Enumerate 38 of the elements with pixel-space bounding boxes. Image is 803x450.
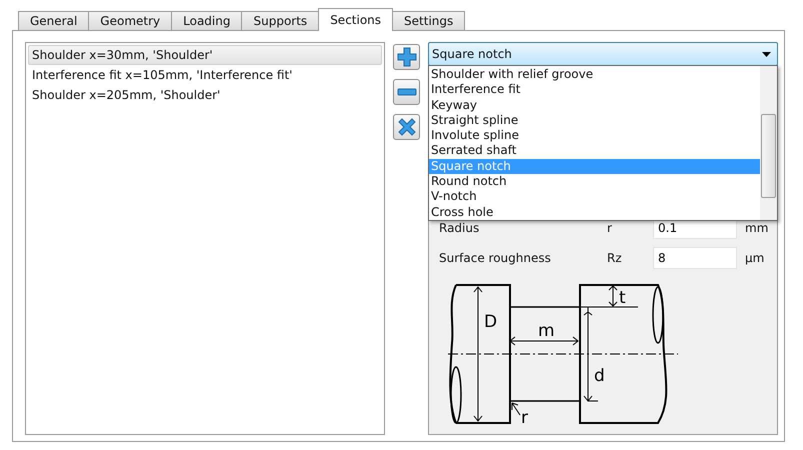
parameter-field[interactable]: 8 [653, 247, 737, 269]
diameter-label: d [594, 366, 605, 386]
section-type-dropdown[interactable]: Square notch [428, 42, 778, 66]
remove-button[interactable] [393, 79, 420, 105]
parameter-label: Surface roughness [439, 251, 552, 265]
add-button[interactable] [393, 44, 420, 70]
parameter-symbol: r [607, 221, 613, 235]
parameter-label: Radius [439, 221, 480, 235]
dropdown-option[interactable]: Straight spline [429, 112, 760, 128]
dropdown-option[interactable]: Cross hole [429, 204, 760, 220]
diameter-label: D [484, 312, 498, 332]
radius-label: r [521, 408, 528, 425]
delete-button[interactable] [393, 114, 420, 140]
cross-icon [396, 117, 416, 137]
tab[interactable]: Settings [392, 11, 466, 31]
tab[interactable]: Geometry [88, 11, 172, 31]
width-label: m [538, 321, 555, 341]
tab[interactable]: General [18, 11, 90, 31]
section-item[interactable]: Interference fit x=105mm, 'Interference fit' [28, 65, 382, 85]
dropdown-option[interactable]: Interference fit [429, 82, 760, 98]
tab[interactable]: Supports [241, 11, 320, 31]
depth-label: t [619, 288, 626, 308]
unit-label: mm [744, 221, 767, 235]
dropdown-option[interactable]: Serrated shaft [429, 143, 760, 159]
tab[interactable]: Loading [171, 11, 242, 31]
section-item[interactable]: Shoulder x=205mm, 'Shoulder' [28, 85, 382, 105]
parameter-symbol: Rz [607, 251, 623, 265]
plus-icon [396, 47, 416, 67]
dropdown-option[interactable]: Shoulder with relief groove [429, 67, 760, 82]
dropdown-option[interactable]: Involute spline [429, 128, 760, 144]
tab[interactable]: Sections [318, 8, 394, 31]
scrollbar[interactable] [760, 66, 777, 220]
section-item[interactable]: Shoulder x=30mm, 'Shoulder' [28, 45, 382, 65]
dropdown-option[interactable]: Keyway [429, 98, 760, 113]
caret-icon [762, 52, 771, 56]
dropdown-option[interactable]: V-notch [429, 189, 760, 205]
unit-label: µm [744, 251, 766, 265]
dropdown-option[interactable]: Round notch [429, 174, 760, 190]
